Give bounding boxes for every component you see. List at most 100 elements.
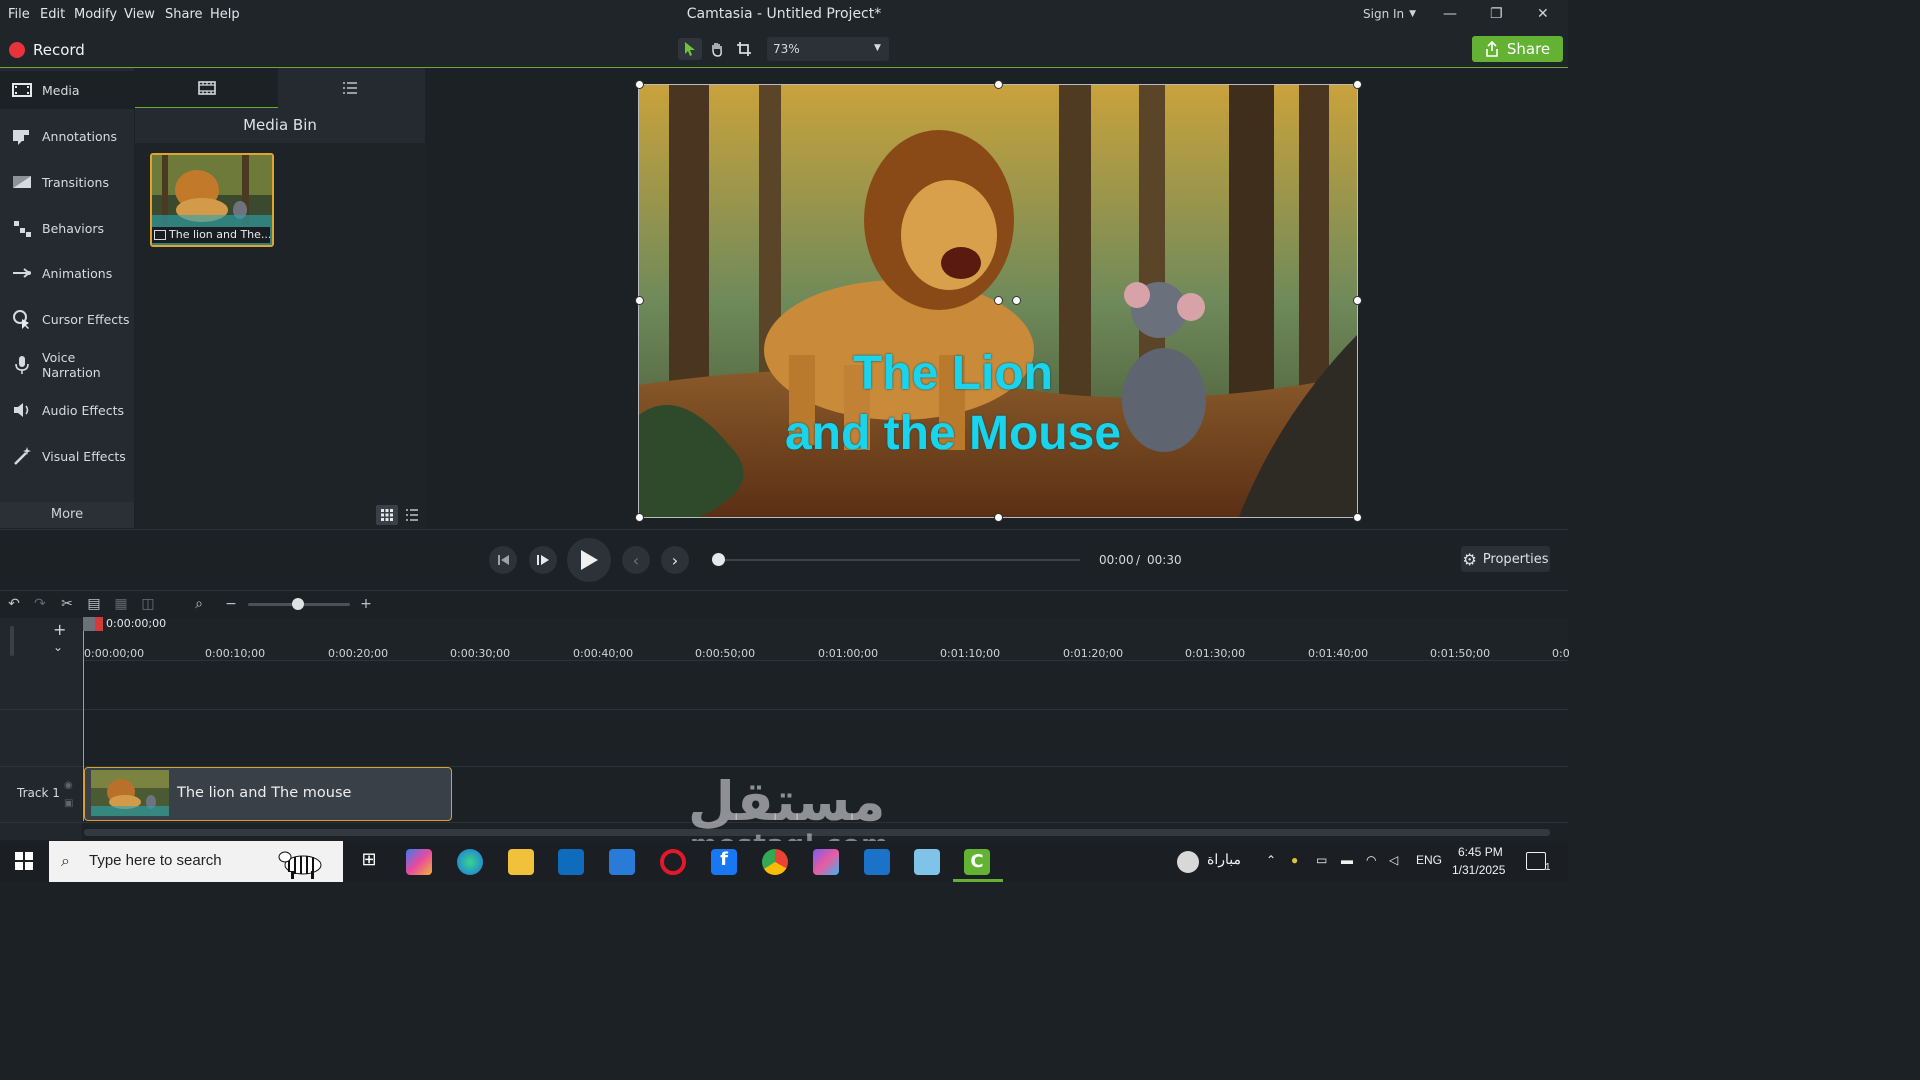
- tab-media-bin[interactable]: [135, 68, 278, 109]
- notepad-icon[interactable]: [914, 849, 940, 875]
- redo-icon[interactable]: ↷: [32, 596, 48, 612]
- search-icon[interactable]: ⌕: [191, 596, 207, 612]
- step-back-button[interactable]: [489, 546, 517, 574]
- split-icon[interactable]: ◫: [140, 596, 156, 612]
- paste-icon[interactable]: ▦: [113, 596, 129, 612]
- volume-icon[interactable]: ◁: [1389, 853, 1398, 867]
- ruler-tick: 0:01:20;00: [1063, 647, 1124, 660]
- ruler-tick: 0:01:10;00: [940, 647, 1001, 660]
- opera-browser-icon[interactable]: [660, 849, 686, 875]
- sidebar-item-behaviors[interactable]: Behaviors: [0, 209, 134, 247]
- copilot-icon[interactable]: [406, 849, 432, 875]
- chevron-down-icon[interactable]: ⌄: [53, 640, 63, 654]
- microsoft-store-icon[interactable]: [558, 849, 584, 875]
- clock-time[interactable]: 6:45 PM: [1458, 845, 1503, 859]
- rotate-handle[interactable]: [1012, 296, 1021, 305]
- zoom-select[interactable]: 73% ▼: [767, 37, 889, 61]
- undo-icon[interactable]: ↶: [6, 596, 22, 612]
- resize-handle[interactable]: [635, 80, 644, 89]
- lock-icon[interactable]: ▣: [64, 798, 73, 809]
- clip-label: The lion and The mouse: [177, 785, 352, 801]
- resize-handle[interactable]: [1353, 296, 1362, 305]
- record-button[interactable]: Record: [9, 40, 85, 60]
- properties-button[interactable]: ⚙ Properties: [1461, 546, 1550, 572]
- sidebar-item-visual-effects[interactable]: Visual Effects: [0, 437, 134, 475]
- zoom-value: 73%: [773, 42, 800, 56]
- copy-icon[interactable]: ▤: [86, 596, 102, 612]
- edge-browser-icon[interactable]: [457, 849, 483, 875]
- track-controls-header: + ⌄: [0, 618, 82, 660]
- scrub-handle[interactable]: [712, 553, 725, 566]
- mail-icon[interactable]: [609, 849, 635, 875]
- add-track-button[interactable]: +: [53, 620, 66, 639]
- play-button[interactable]: [567, 538, 611, 582]
- clock-date[interactable]: 1/31/2025: [1452, 863, 1505, 877]
- file-explorer-icon[interactable]: [508, 849, 534, 875]
- notification-center-icon[interactable]: [1526, 852, 1546, 870]
- canvas-title-text[interactable]: The Lion and the Mouse: [638, 344, 1268, 464]
- wifi-icon[interactable]: ◠: [1366, 853, 1376, 867]
- track-height-slider[interactable]: [10, 626, 14, 656]
- previous-marker-button[interactable]: ‹: [622, 546, 650, 574]
- resize-handle[interactable]: [635, 513, 644, 522]
- tab-library[interactable]: [342, 80, 358, 100]
- watermark-arabic: مستقل: [688, 770, 886, 833]
- minimize-icon[interactable]: —: [1443, 6, 1457, 22]
- sidebar-item-transitions[interactable]: Transitions: [0, 163, 134, 201]
- crop-tool-icon[interactable]: [732, 38, 756, 60]
- sidebar-item-cursor-effects[interactable]: Cursor Effects: [0, 300, 134, 338]
- list-view-button[interactable]: [402, 505, 422, 525]
- resize-handle[interactable]: [994, 513, 1003, 522]
- task-view-icon[interactable]: ⊞: [356, 849, 382, 875]
- sidebar-item-label: Media: [42, 82, 80, 98]
- track-1-label[interactable]: Track 1: [17, 786, 60, 800]
- step-forward-button[interactable]: [529, 546, 557, 574]
- ruler-tick: 0:00:10;00: [205, 647, 266, 660]
- cut-icon[interactable]: ✂: [59, 596, 75, 612]
- resize-handle[interactable]: [994, 80, 1003, 89]
- share-button[interactable]: Share: [1472, 36, 1563, 62]
- sign-in-button[interactable]: Sign In ▼: [1363, 7, 1416, 21]
- sidebar-item-audio-effects[interactable]: Audio Effects: [0, 391, 134, 429]
- list-icon: [406, 509, 418, 521]
- more-button[interactable]: More: [0, 502, 134, 528]
- paint-icon[interactable]: [813, 849, 839, 875]
- norton-icon[interactable]: ●: [1291, 853, 1298, 867]
- media-bin-title: Media Bin: [135, 108, 425, 143]
- language-indicator[interactable]: ENG: [1416, 853, 1442, 867]
- record-icon: [9, 42, 25, 58]
- chevron-up-icon[interactable]: ⌃: [1266, 853, 1276, 867]
- weather-widget-text[interactable]: مباراة: [1207, 851, 1241, 868]
- chrome-browser-icon[interactable]: [762, 849, 788, 875]
- windows-start-button[interactable]: [15, 852, 33, 874]
- restore-icon[interactable]: ❐: [1490, 6, 1503, 22]
- eye-icon[interactable]: ◉: [64, 780, 73, 791]
- sidebar-item-annotations[interactable]: Annotations: [0, 117, 134, 155]
- grid-icon: [381, 509, 393, 521]
- resize-handle[interactable]: [1353, 513, 1362, 522]
- battery-icon[interactable]: ▬: [1341, 853, 1353, 867]
- timeline-zoom-handle[interactable]: [292, 598, 304, 610]
- animation-icon: [13, 268, 31, 278]
- play-icon: [581, 550, 598, 570]
- camtasia-taskbar-icon[interactable]: C: [964, 849, 990, 875]
- zoom-out-icon[interactable]: −: [223, 596, 239, 612]
- playhead-out-marker[interactable]: [95, 617, 103, 631]
- track-divider: [0, 709, 1568, 710]
- pan-tool-icon[interactable]: [705, 38, 729, 60]
- camera-icon[interactable]: ▭: [1316, 853, 1327, 867]
- close-icon[interactable]: ✕: [1537, 6, 1549, 22]
- facebook-icon[interactable]: f: [711, 849, 737, 875]
- sidebar-item-voice-narration[interactable]: Voice Narration: [0, 346, 134, 384]
- grid-view-button[interactable]: [376, 505, 398, 525]
- scrub-bar[interactable]: [718, 559, 1080, 561]
- resize-handle[interactable]: [1353, 80, 1362, 89]
- sidebar-item-animations[interactable]: Animations: [0, 254, 134, 292]
- next-marker-button[interactable]: ›: [661, 546, 689, 574]
- zoom-in-icon[interactable]: +: [358, 596, 374, 612]
- sidebar-item-media[interactable]: Media: [0, 71, 134, 109]
- resize-handle[interactable]: [994, 296, 1003, 305]
- resize-handle[interactable]: [635, 296, 644, 305]
- control-panel-icon[interactable]: [864, 849, 890, 875]
- select-tool-icon[interactable]: [678, 38, 702, 60]
